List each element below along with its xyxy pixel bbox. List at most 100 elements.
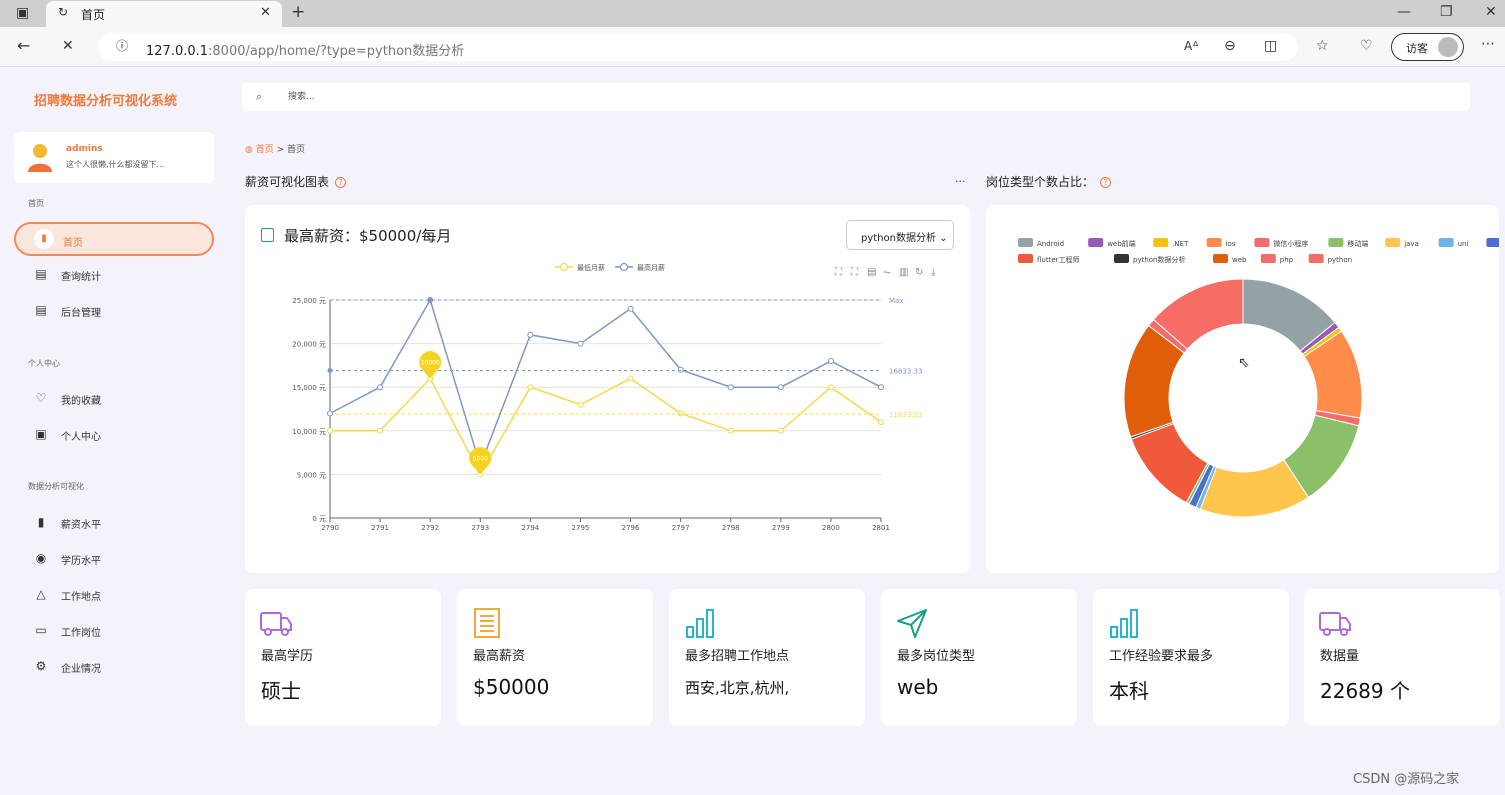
site-info-icon[interactable]: ⓘ [116, 40, 128, 52]
sidebar-item-positions[interactable]: ▭ 工作岗位 [14, 614, 214, 648]
user-card[interactable]: admins 这个人很懒,什么都没留下... [14, 132, 214, 183]
maximize-icon[interactable]: ❐ [1440, 5, 1453, 19]
browser-health-icon[interactable]: ♡ [1360, 39, 1373, 53]
legend-label: .NET [1172, 240, 1189, 248]
x-tick-label: 2790 [321, 524, 339, 532]
y-tick-label: 0 元 [312, 515, 326, 523]
sidebar-item-companies[interactable]: ⚙ 企业情况 [14, 650, 214, 684]
sidebar-item-label: 我的收藏 [61, 396, 101, 407]
stat-card-job-type: 最多岗位类型 web [881, 589, 1077, 726]
sidebar-item-favorites[interactable]: ♡ 我的收藏 [14, 382, 214, 416]
series-line [330, 377, 882, 476]
sidebar-item-home[interactable]: ▮ 首页 [14, 222, 214, 256]
minimize-icon[interactable]: — [1397, 5, 1411, 19]
profile-button[interactable]: 访客 [1391, 33, 1464, 61]
address-bar: ← ✕ ⓘ 127.0.0.1:8000/app/home/?type=pyth… [0, 27, 1505, 67]
legend-label: python [1328, 256, 1353, 264]
series-line [329, 298, 882, 468]
list-icon: ▤ [35, 303, 47, 317]
search-input[interactable] [288, 87, 888, 107]
tab-title: 首页 [81, 8, 106, 22]
sidebar-item-admin[interactable]: ▤ 后台管理 [14, 294, 214, 328]
data-point [677, 366, 684, 373]
stat-card-education: 最高学历 硕士 [245, 589, 441, 726]
heart-icon: ♡ [35, 391, 47, 405]
sidebar-item-label: 首页 [63, 238, 83, 249]
data-point [527, 331, 534, 338]
search-bar: ⌕ [242, 83, 1470, 111]
legend-swatch [1254, 238, 1270, 247]
y-tick-label: 15,000 元 [292, 384, 326, 392]
send-icon [897, 609, 927, 638]
bar-switch-icon: ▥ [899, 267, 908, 278]
legend-label: 最高月薪 [637, 263, 665, 272]
legend-label: 最低月薪 [577, 263, 605, 272]
lock-icon: △ [36, 587, 46, 601]
zoom-icon[interactable]: ⊖ [1224, 39, 1236, 53]
x-tick-label: 2794 [521, 524, 539, 532]
favorites-icon[interactable]: ☆ [1316, 39, 1329, 53]
browser-tab-bar: ▣ ↻ 首页 ✕ + — ❐ ✕ [0, 0, 1505, 27]
data-point [377, 384, 384, 391]
stat-value: 硕士 [261, 679, 301, 703]
mean-label: 16833.33 [889, 367, 922, 375]
read-aloud-icon[interactable]: Aᐞ [1184, 40, 1199, 52]
pin-label: 5000 [473, 455, 488, 462]
bar-chart-icon [1110, 609, 1138, 638]
more-menu[interactable]: ... [955, 172, 966, 185]
stat-value: web [897, 675, 939, 699]
split-screen-icon[interactable]: ◫ [1264, 39, 1277, 53]
mean-label: 11833.33 [889, 411, 922, 419]
bar-chart-icon: ▮ [34, 229, 54, 249]
watermark: CSDN @源码之家 [1353, 772, 1460, 787]
breadcrumb-home[interactable]: 首页 [256, 145, 274, 155]
sidebar-item-profile[interactable]: ▣ 个人中心 [14, 418, 214, 452]
stat-card-location: 最多招聘工作地点 西安,北京,杭州, [669, 589, 865, 726]
legend-label: 微信小程序 [1273, 239, 1308, 248]
new-tab-icon[interactable]: + [291, 4, 305, 21]
help-icon[interactable]: ? [335, 177, 347, 188]
stop-loading-icon[interactable]: ✕ [62, 39, 74, 53]
url-text: 127.0.0.1:8000/app/home/?type=python数据分析 [146, 44, 465, 59]
browser-tab[interactable]: ↻ 首页 ✕ [46, 1, 282, 27]
sidebar-item-query-stats[interactable]: ▤ 查询统计 [14, 258, 214, 292]
x-tick-label: 2797 [672, 524, 690, 532]
data-point [827, 384, 834, 391]
close-window-icon[interactable]: ✕ [1485, 5, 1497, 19]
legend-label: Android [1037, 240, 1064, 248]
max-point [427, 297, 433, 303]
url-field[interactable]: ⓘ 127.0.0.1:8000/app/home/?type=python数据… [98, 33, 1298, 61]
data-point [827, 358, 834, 365]
salary-line-chart: 最低月薪 最高月薪 ⛶ ⛶ ▤ ⏦ ▥ ↻ ⤓ 0 元 5,000 元 10,000 元 15,000 … [292, 262, 936, 532]
close-tab-icon[interactable]: ✕ [260, 6, 271, 19]
salary-chart-card: 最高薪资：$50000/每月 python数据分析 ⌄ 最低月薪 最高月薪 ⛶ ⛶ ▤ ⏦… [245, 205, 970, 573]
sidebar-toggle-icon[interactable]: ▣ [16, 6, 29, 20]
stat-label: 工作经验要求最多 [1109, 649, 1214, 664]
x-tick-label: 2801 [872, 524, 890, 532]
sidebar-item-salary[interactable]: ▮ 薪资水平 [14, 506, 214, 540]
data-point [727, 384, 734, 391]
legend-swatch [1088, 238, 1104, 247]
help-icon[interactable]: ? [1100, 177, 1112, 188]
stat-card-salary: 最高薪资 $50000 [457, 589, 653, 726]
legend-swatch [1213, 254, 1228, 263]
x-tick-label: 2792 [421, 524, 439, 532]
legend-swatch [1438, 238, 1454, 247]
stat-value: $50000 [473, 675, 550, 699]
back-icon[interactable]: ← [17, 38, 30, 54]
data-point [677, 410, 684, 417]
sidebar-item-location[interactable]: △ 工作地点 [14, 578, 214, 612]
stat-value: 西安,北京,杭州, [685, 679, 790, 697]
x-tick-label: 2791 [371, 524, 389, 532]
stat-label: 最多岗位类型 [897, 649, 976, 664]
data-point [777, 427, 784, 434]
data-point [627, 375, 634, 382]
data-view-icon: ▤ [867, 267, 876, 278]
legend-swatch [1260, 254, 1276, 263]
more-options-icon[interactable]: ⋯ [1481, 37, 1495, 51]
user-signature: 这个人很懒,什么都没留下... [66, 160, 165, 169]
zoom-icon: ⛶ [834, 267, 843, 278]
sidebar-item-education[interactable]: ◉ 学历水平 [14, 542, 214, 576]
x-tick-label: 2793 [471, 524, 489, 532]
restore-icon: ↻ [915, 267, 923, 278]
